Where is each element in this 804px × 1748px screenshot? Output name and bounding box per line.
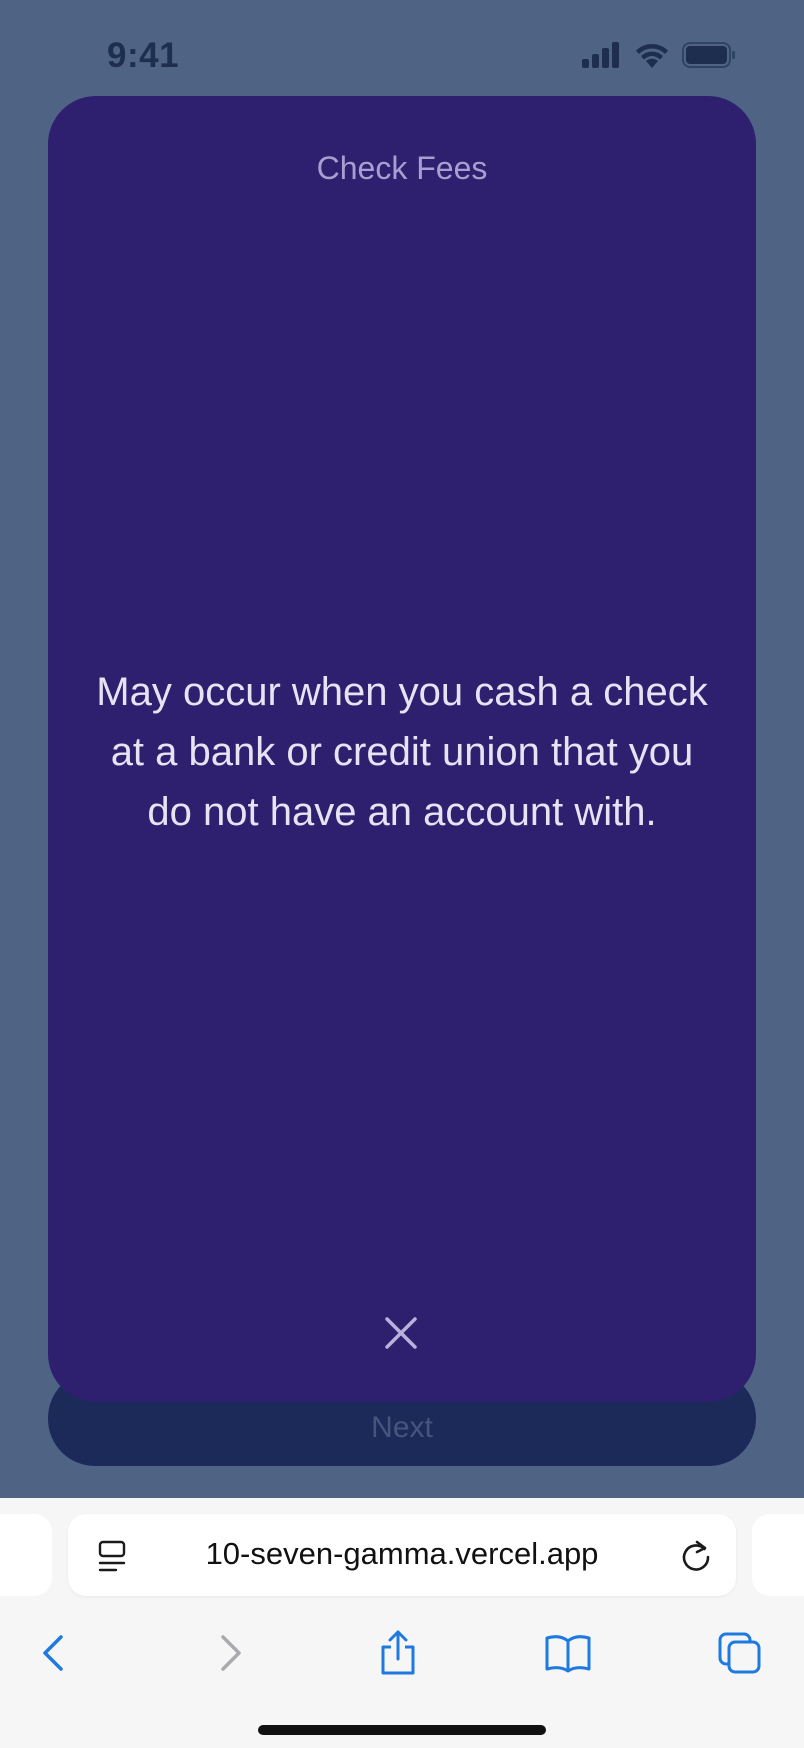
home-indicator [258, 1725, 546, 1735]
close-button[interactable] [378, 1310, 424, 1356]
tabs-icon [717, 1631, 763, 1678]
cellular-signal-icon [582, 42, 622, 68]
url-text: 10-seven-gamma.vercel.app [205, 1536, 599, 1571]
wifi-icon [634, 42, 670, 68]
reload-icon[interactable] [680, 1538, 712, 1577]
bookmarks-button[interactable] [528, 1616, 608, 1692]
status-time: 9:41 [107, 36, 180, 75]
modal-description: May occur when you cash a check at a ban… [96, 670, 708, 834]
forward-button[interactable] [190, 1616, 270, 1692]
share-icon [378, 1629, 418, 1680]
next-button-label: Next [371, 1411, 433, 1444]
browser-chrome: 10-seven-gamma.vercel.app [0, 1498, 804, 1748]
share-button[interactable] [358, 1616, 438, 1692]
back-icon [39, 1633, 69, 1676]
bookmarks-icon [544, 1633, 592, 1676]
previous-tab-preview[interactable] [0, 1514, 52, 1596]
modal-title: Check Fees [316, 150, 488, 186]
back-button[interactable] [14, 1616, 94, 1692]
browser-toolbar [0, 1616, 804, 1706]
address-bar[interactable]: 10-seven-gamma.vercel.app [68, 1514, 736, 1596]
battery-icon [682, 42, 736, 68]
status-icons [582, 42, 736, 68]
next-tab-preview[interactable] [752, 1514, 804, 1596]
forward-icon [215, 1633, 245, 1676]
status-bar: 9:41 [0, 0, 804, 110]
fee-info-modal: Check Fees May occur when you cash a che… [48, 96, 756, 1402]
close-icon [378, 1310, 424, 1356]
tabs-button[interactable] [700, 1616, 780, 1692]
